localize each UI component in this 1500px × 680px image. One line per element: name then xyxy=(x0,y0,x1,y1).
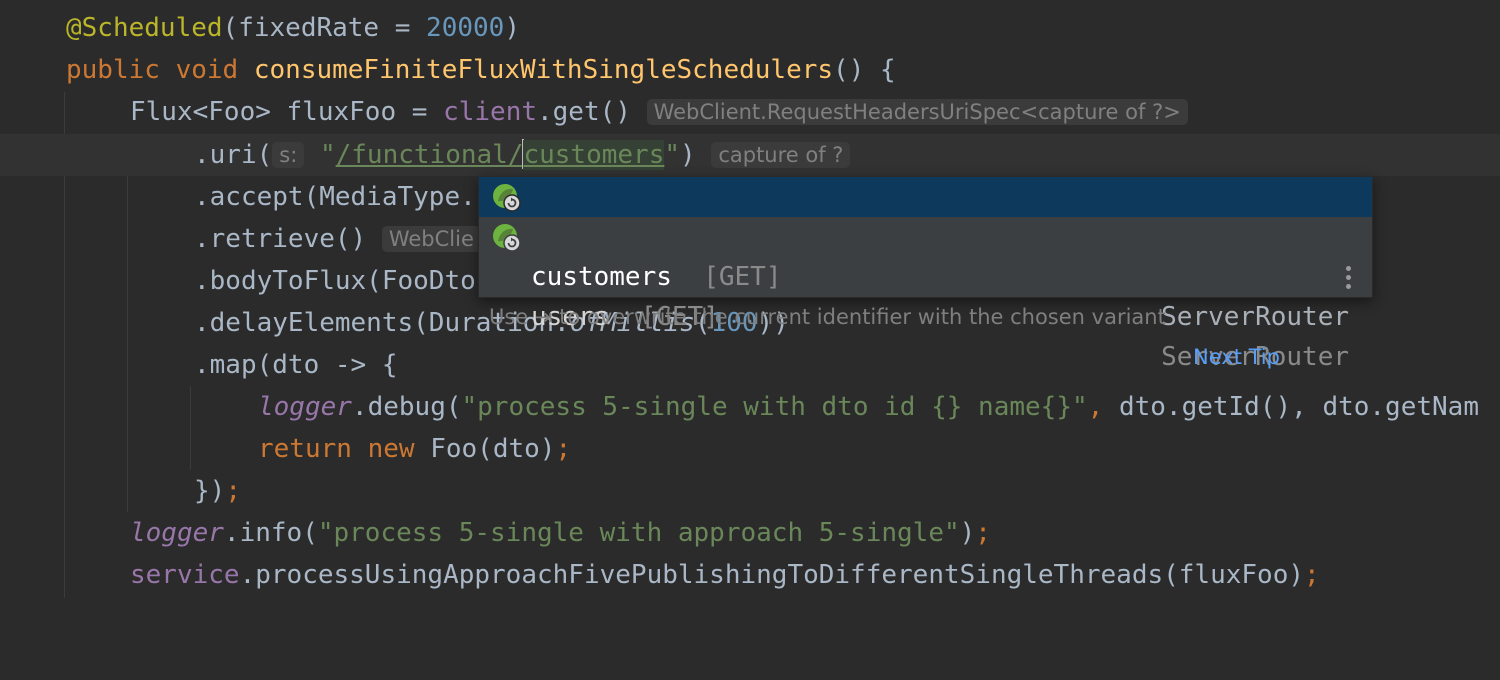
keyword-token: new xyxy=(367,434,415,464)
completion-item-customers[interactable]: customers [GET] ServerRouter xyxy=(479,177,1372,332)
code-line[interactable]: @Scheduled(fixedRate = 20000) xyxy=(0,7,1500,49)
type-hint: WebClie xyxy=(381,226,481,252)
code-text: .bodyToFlux(FooDto xyxy=(194,266,476,296)
code-line[interactable]: }); xyxy=(0,470,1500,512)
type-hint: WebClient.RequestHeadersUriSpec<capture … xyxy=(646,99,1188,125)
code-text: dto.getId(), dto.getNam xyxy=(1118,392,1479,422)
code-editor[interactable]: @Scheduled(fixedRate = 20000) public voi… xyxy=(0,0,1500,598)
code-line[interactable]: return new Foo(dto); xyxy=(0,428,1500,470)
code-text: .info( xyxy=(223,518,318,548)
completion-popup: customers [GET] ServerRouter users [GET]… xyxy=(478,176,1373,372)
field-token: logger xyxy=(130,518,224,548)
spring-endpoint-icon xyxy=(493,224,521,252)
code-text: () { xyxy=(833,55,896,85)
code-text: ) xyxy=(959,518,976,548)
completion-item-users[interactable]: users [GET] ServerRouter xyxy=(479,217,1372,372)
field-token: service xyxy=(130,560,240,590)
field-token: client xyxy=(443,97,537,127)
next-tip-link[interactable]: Next Tip xyxy=(1193,337,1280,377)
code-text: Flux<Foo> fluxFoo = xyxy=(130,97,444,127)
vertical-ellipsis-icon[interactable] xyxy=(1346,266,1352,293)
spring-endpoint-icon xyxy=(493,184,521,212)
code-text: .processUsingApproachFivePublishingToDif… xyxy=(239,560,1305,590)
semicolon: ; xyxy=(1304,560,1320,590)
keyword-token: return xyxy=(258,434,352,464)
separator: , xyxy=(1087,392,1119,422)
code-text: .debug( xyxy=(351,392,462,422)
semicolon: ; xyxy=(975,518,991,548)
semicolon: ; xyxy=(225,476,241,506)
keyword-token: void xyxy=(175,55,239,85)
semicolon: ; xyxy=(555,434,572,464)
number-literal: 20000 xyxy=(426,13,505,43)
current-code-line[interactable]: .uri(s: "/functional/customers") capture… xyxy=(0,134,1500,176)
code-line[interactable]: logger.info("process 5-single with appro… xyxy=(0,512,1500,554)
code-text: (fixedRate = xyxy=(222,13,427,43)
code-text: }) xyxy=(194,476,226,506)
code-line[interactable]: service.processUsingApproachFivePublishi… xyxy=(0,554,1500,596)
code-text: .map(dto -> { xyxy=(194,350,398,380)
code-text: .uri( xyxy=(194,140,273,170)
string-quote: " xyxy=(664,140,681,170)
keyword-token: public xyxy=(66,55,160,85)
parameter-hint: s: xyxy=(272,142,305,168)
tip-text: Use ⇥ to overwrite the current identifie… xyxy=(489,305,1166,329)
code-text: ) xyxy=(504,13,520,43)
field-token: logger xyxy=(258,392,352,422)
type-hint: capture of ? xyxy=(711,142,851,168)
string-literal: "process 5-single with approach 5-single… xyxy=(317,518,960,548)
completion-item-type: ServerRouter xyxy=(1161,302,1349,332)
code-line[interactable]: public void consumeFiniteFluxWithSingleS… xyxy=(0,49,1500,91)
url-path-segment[interactable]: /functional/ xyxy=(336,140,524,170)
string-quote: " xyxy=(319,140,336,170)
code-line[interactable]: Flux<Foo> fluxFoo = client.get() WebClie… xyxy=(0,91,1500,133)
code-text: .retrieve() xyxy=(194,224,367,254)
url-path-segment[interactable]: customers xyxy=(523,140,665,170)
completion-tip-bar: Use ⇥ to overwrite the current identifie… xyxy=(479,257,1372,369)
method-name: consumeFiniteFluxWithSingleSchedulers xyxy=(253,55,834,85)
string-literal: "process 5-single with dto id {} name{}" xyxy=(461,392,1088,422)
code-line[interactable]: logger.debug("process 5-single with dto … xyxy=(0,386,1500,428)
code-text: ) xyxy=(680,140,696,170)
annotation-token: @Scheduled xyxy=(66,13,223,43)
code-text: .get() xyxy=(537,97,631,127)
code-text: .accept(MediaType. xyxy=(194,182,476,212)
